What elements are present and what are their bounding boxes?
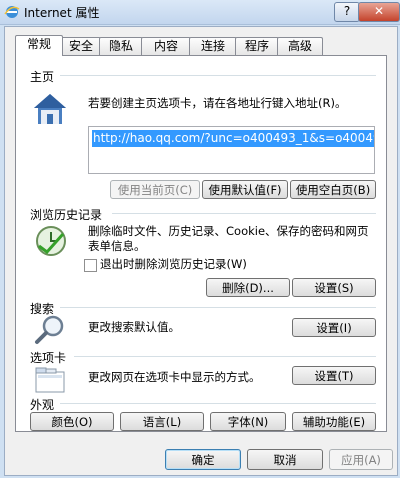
window-title: Internet 属性 — [24, 6, 100, 20]
home-page-url-textarea[interactable]: http://hao.qq.com/?unc=o400493_1&s=o4004… — [88, 126, 375, 174]
use-default-button[interactable]: 使用默认值(F) — [202, 180, 288, 199]
colors-button[interactable]: 颜色(O) — [30, 412, 114, 431]
tab-general[interactable]: 常规 — [15, 35, 63, 56]
history-settings-button[interactable]: 设置(S) — [292, 278, 376, 297]
history-group-label: 浏览历史记录 — [30, 208, 103, 222]
delete-history-button[interactable]: 删除(D)... — [206, 278, 290, 297]
tab-privacy[interactable]: 隐私 — [99, 37, 143, 55]
search-divider — [60, 307, 376, 308]
history-divider — [112, 213, 376, 214]
appearance-group-label: 外观 — [30, 398, 55, 412]
apply-button[interactable]: 应用(A) — [329, 449, 393, 470]
title-bar: Internet 属性 ? ✕ — [0, 0, 400, 25]
accessibility-button[interactable]: 辅助功能(E) — [292, 412, 376, 431]
use-current-button[interactable]: 使用当前页(C) — [110, 180, 200, 199]
history-description-line1: 删除临时文件、历史记录、Cookie、保存的密码和网页 — [88, 224, 369, 238]
languages-button[interactable]: 语言(L) — [120, 412, 204, 431]
fonts-button[interactable]: 字体(N) — [210, 412, 286, 431]
home-description: 若要创建主页选项卡，请在各地址行键入地址(R)。 — [88, 96, 347, 110]
tabs-window-icon — [35, 367, 65, 393]
cancel-button[interactable]: 取消 — [247, 449, 323, 470]
internet-explorer-icon — [4, 6, 20, 18]
tab-programs[interactable]: 程序 — [235, 37, 279, 55]
home-group-label: 主页 — [30, 70, 55, 84]
help-button[interactable]: ? — [334, 2, 360, 22]
delete-on-exit-checkbox[interactable] — [84, 259, 97, 272]
tabs-divider — [74, 356, 376, 357]
home-page-url-value: http://hao.qq.com/?unc=o400493_1&s=o4004… — [92, 130, 374, 147]
tabs-description: 更改网页在选项卡中显示的方式。 — [88, 370, 261, 384]
ok-button[interactable]: 确定 — [165, 449, 241, 470]
use-blank-button[interactable]: 使用空白页(B) — [290, 180, 376, 199]
close-button[interactable]: ✕ — [358, 2, 400, 22]
tabs-settings-button[interactable]: 设置(T) — [292, 366, 376, 385]
home-icon — [34, 94, 66, 124]
general-tab-panel: 主页 若要创建主页选项卡，请在各地址行键入地址(R)。 http://hao.q… — [15, 55, 387, 432]
search-description: 更改搜索默认值。 — [88, 320, 180, 334]
search-settings-button[interactable]: 设置(I) — [292, 318, 376, 337]
delete-on-exit-label[interactable]: 退出时删除浏览历史记录(W) — [100, 257, 247, 272]
tabs-group-label: 选项卡 — [30, 351, 67, 365]
tab-advanced[interactable]: 高级 — [277, 37, 323, 55]
home-divider — [60, 75, 376, 76]
tab-connections[interactable]: 连接 — [189, 37, 237, 55]
history-clock-icon — [36, 226, 66, 256]
appearance-divider — [60, 403, 376, 404]
history-description-line2: 表单信息。 — [88, 239, 146, 253]
tab-content[interactable]: 内容 — [141, 37, 191, 55]
dialog-body: 常规 安全 隐私 内容 连接 程序 高级 主页 若要创建主页选项卡，请在各地址行… — [4, 26, 398, 476]
search-magnifier-icon — [35, 315, 64, 344]
tab-security[interactable]: 安全 — [61, 37, 101, 55]
